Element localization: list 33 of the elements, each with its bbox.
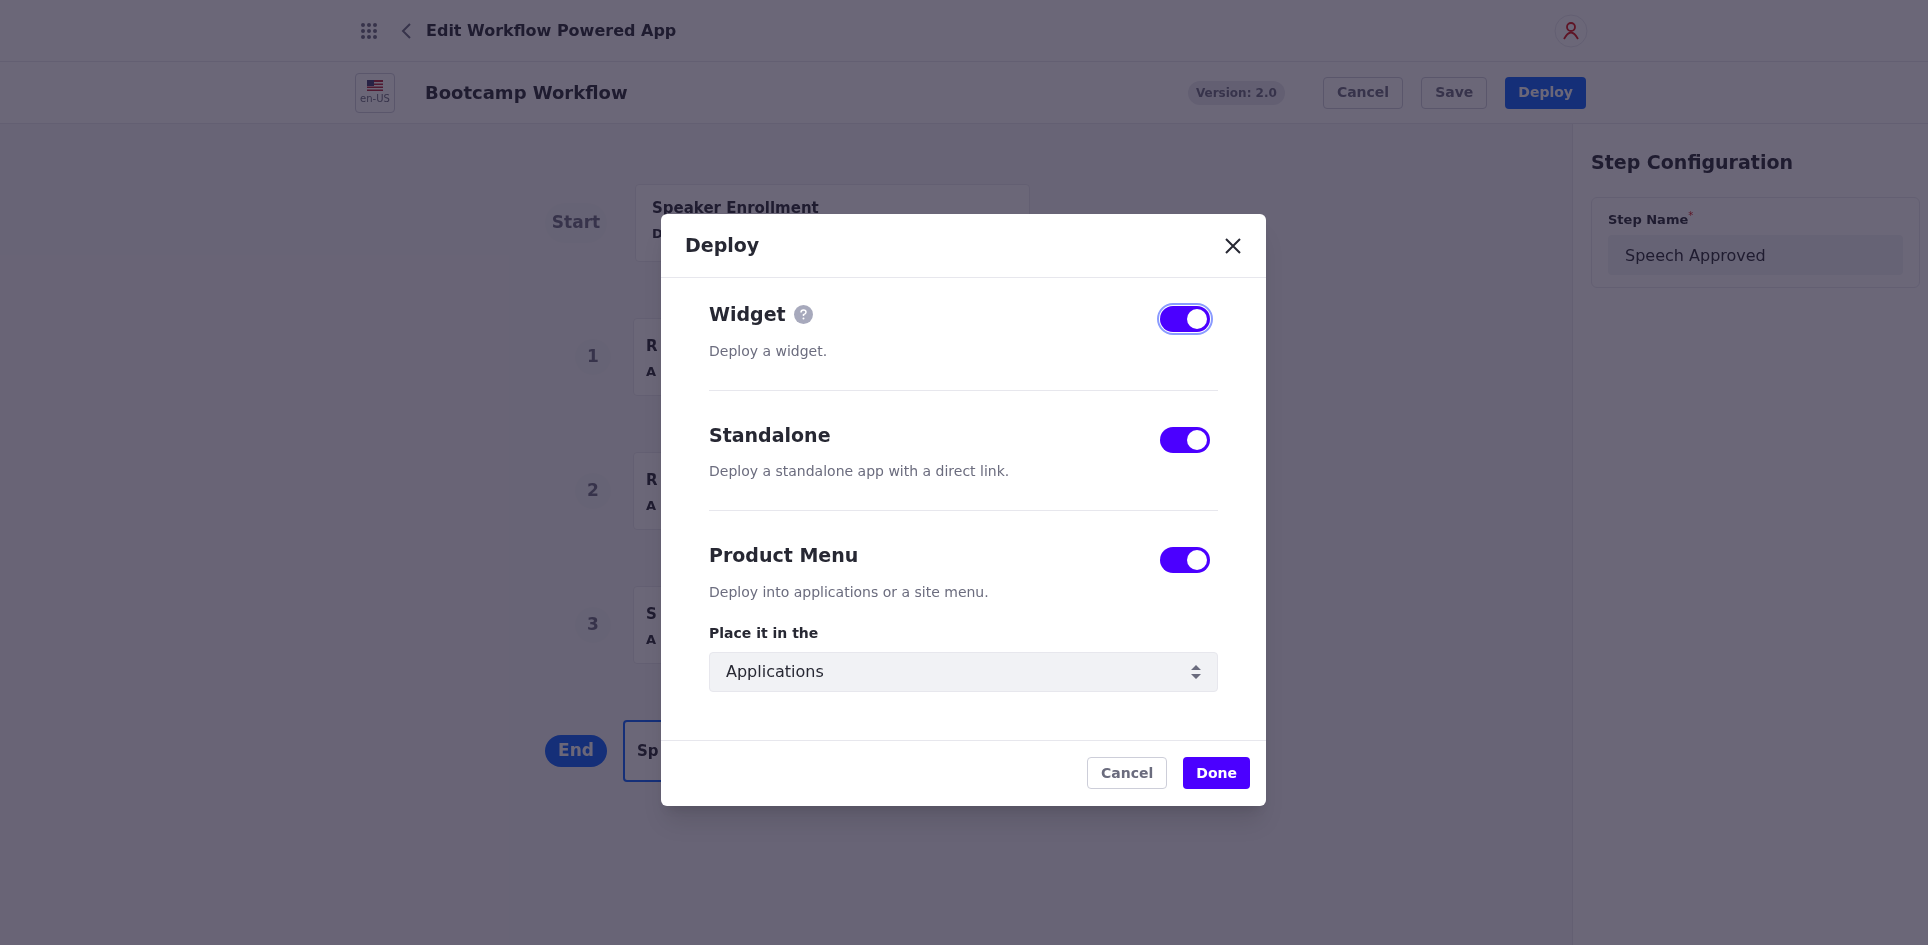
toggle-switch[interactable] (1160, 426, 1210, 453)
placement-select[interactable]: Applications (709, 651, 1218, 692)
card-subtitle: A (646, 630, 657, 649)
flag-icon (367, 79, 383, 91)
card-subtitle: A (646, 496, 657, 515)
close-icon[interactable] (1224, 236, 1242, 255)
card-title: R (646, 336, 658, 357)
required-mark: * (1688, 208, 1694, 221)
dialog-button[interactable]: Done (1183, 757, 1250, 789)
end-label: End (545, 735, 607, 767)
option-title: Standalone (709, 422, 831, 448)
panel-title: Step Configuration (1591, 150, 1794, 175)
toggle-switch[interactable] (1160, 547, 1210, 573)
step-name-field[interactable]: Speech Approved (1608, 235, 1903, 275)
page-title: Edit Workflow Powered App (426, 19, 677, 42)
toolbar-button[interactable]: Deploy (1505, 76, 1586, 109)
dialog-button[interactable]: Cancel (1087, 757, 1168, 789)
option-title: Product Menu (709, 543, 859, 568)
workflow-name: Bootcamp Workflow (425, 81, 628, 105)
card-title: R (646, 470, 658, 491)
option-description: Deploy a standalone app with a direct link. (709, 462, 1011, 481)
card-subtitle: A (646, 362, 657, 381)
sort-icon (1191, 664, 1201, 679)
field-label: Step Name (1608, 210, 1689, 229)
card-title: Speaker Enrollment (652, 198, 819, 219)
option-description: Deploy into applications or a site menu. (709, 582, 990, 602)
dialog-title: Deploy (685, 233, 761, 259)
option-description: Deploy a widget. (709, 341, 829, 361)
card-title: Sp (637, 740, 659, 762)
toggle-switch[interactable] (1160, 306, 1210, 332)
option-title: Widget (709, 302, 786, 327)
card-title: S (646, 604, 657, 625)
select-label: Place it in the (709, 623, 820, 643)
